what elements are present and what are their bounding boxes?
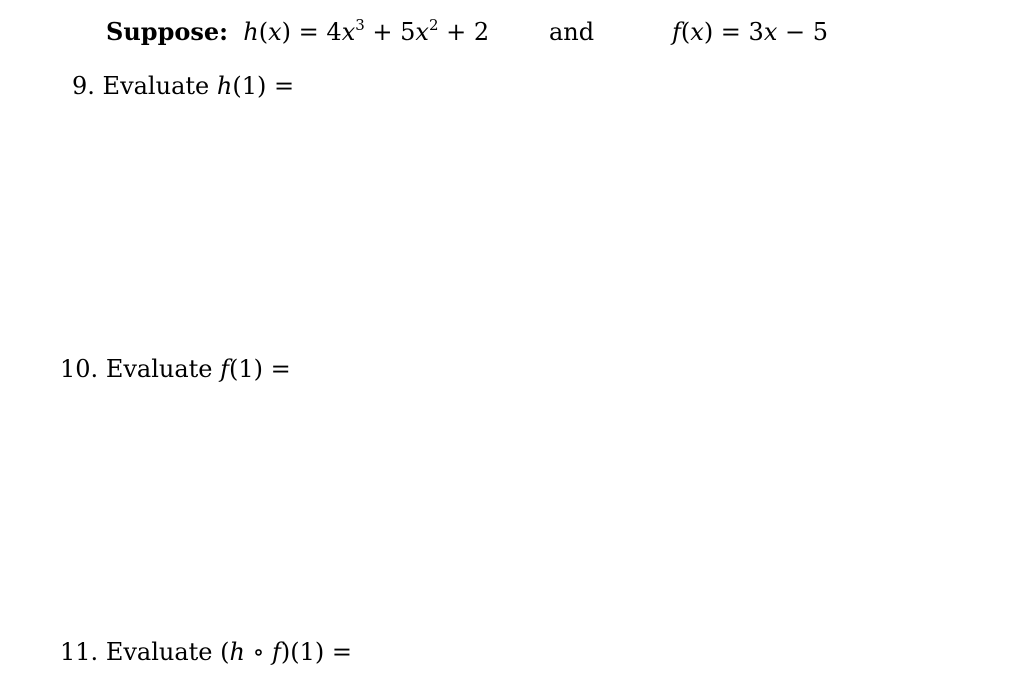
question-expression: h(1) = bbox=[216, 72, 295, 100]
question-number: 10. bbox=[60, 355, 99, 383]
suppose-label: Suppose: bbox=[106, 17, 228, 46]
question-9: 9. Evaluate h(1) = bbox=[72, 72, 294, 100]
question-expression: f(1) = bbox=[220, 355, 291, 383]
question-label: Evaluate bbox=[105, 638, 213, 666]
question-label: Evaluate bbox=[105, 355, 213, 383]
question-label: Evaluate bbox=[102, 72, 210, 100]
question-number: 11. bbox=[60, 638, 99, 666]
question-11: 11. Evaluate (h ∘ f)(1) = bbox=[60, 638, 352, 666]
h-definition: h(x) = 4x3 + 5x2 + 2 bbox=[243, 16, 490, 47]
question-10: 10. Evaluate f(1) = bbox=[60, 355, 291, 383]
question-expression: (h ∘ f)(1) = bbox=[220, 638, 353, 666]
and-connector: and bbox=[549, 18, 595, 46]
f-definition: f(x) = 3x − 5 bbox=[672, 18, 829, 46]
question-number: 9. bbox=[72, 72, 95, 100]
given-functions-line: Suppose: h(x) = 4x3 + 5x2 + 2 bbox=[106, 16, 490, 47]
